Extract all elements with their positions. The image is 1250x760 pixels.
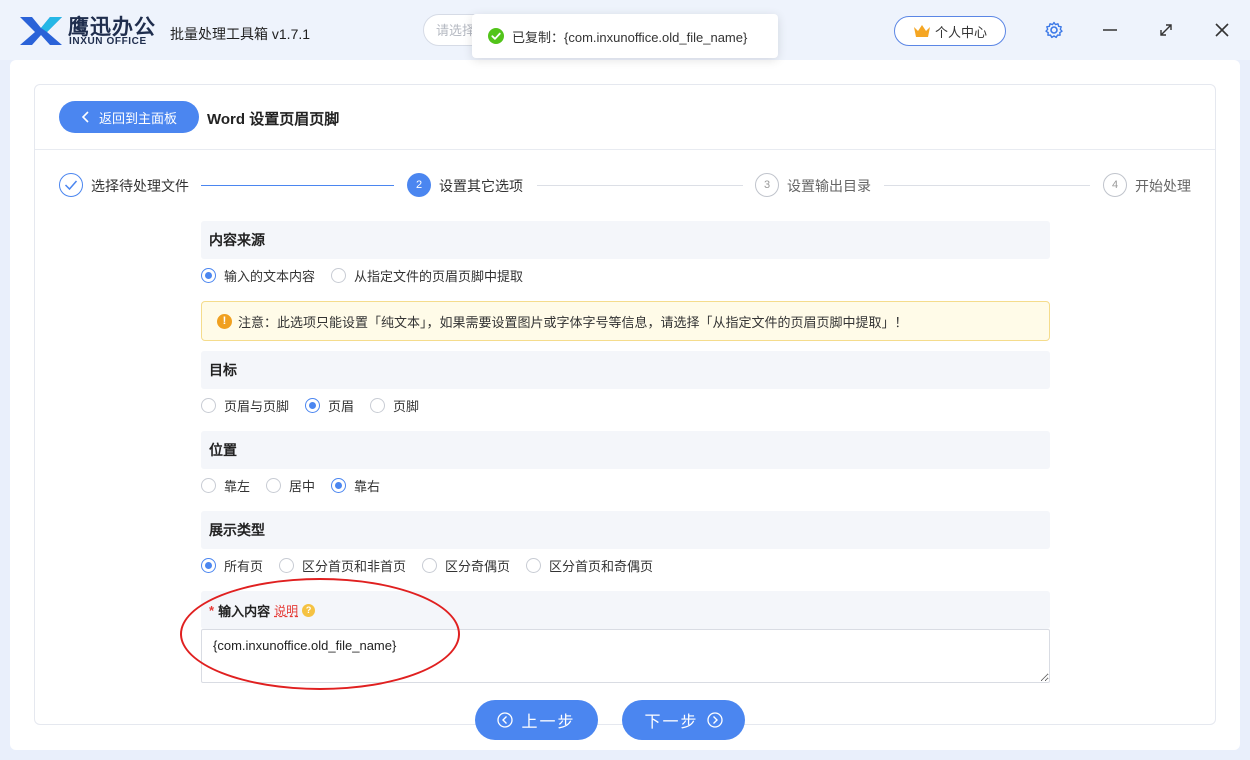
radio-align-left[interactable]: 靠左 [201,476,250,495]
radio-dot[interactable] [305,397,321,413]
step-connector [884,185,1090,186]
step-1-label: 选择待处理文件 [91,178,189,194]
radio-header-and-footer[interactable]: 页眉与页脚 [201,396,289,415]
app-title: 批量处理工具箱 v1.7.1 [170,26,311,42]
radio-dot[interactable] [331,477,347,493]
radio-label: 区分奇偶页 [445,558,511,574]
radio-label: 从指定文件的页眉页脚中提取 [354,268,524,284]
header-divider [35,149,1215,150]
radio-header[interactable]: 页眉 [305,396,354,415]
brand-subtitle: INXUN OFFICE [69,36,147,47]
step-2-number: 2 [407,173,431,197]
step-3-label: 设置输出目录 [787,178,871,194]
highlight-annotation-ellipse [180,578,460,690]
radio-dot[interactable] [201,267,216,283]
step-connector [537,185,743,186]
radio-dot[interactable] [266,477,282,493]
radio-dot[interactable] [370,397,386,413]
previous-step-button[interactable]: 上一步 [475,700,598,740]
section-content-source: 内容来源 [201,221,1050,259]
radio-dot[interactable] [201,477,216,493]
radio-label: 区分首页和奇偶页 [549,558,654,574]
radio-dot[interactable] [331,267,347,283]
radio-label: 所有页 [224,558,264,574]
copy-toast: 已复制：{com.inxunoffice.old_file_name} [472,14,778,58]
radio-align-center[interactable]: 居中 [266,476,315,495]
radio-label: 页眉与页脚 [224,398,290,414]
page-title: Word 设置页眉页脚 [207,111,340,128]
radio-label: 靠右 [354,478,381,494]
radio-dot[interactable] [526,557,542,573]
notice-text: 注意：此选项只能设置「纯文本」，如果需要设置图片或字体字号等信息，请选择「从指定… [238,314,908,330]
radio-label: 输入的文本内容 [224,268,316,284]
back-to-dashboard-button[interactable]: 返回到主面板 [59,101,199,133]
radio-text-input[interactable]: 输入的文本内容 [201,266,315,285]
close-icon[interactable] [1212,20,1232,40]
radio-dot[interactable] [279,557,295,573]
radio-align-right[interactable]: 靠右 [331,476,380,495]
settings-gear-icon[interactable] [1044,20,1064,40]
position-options: 靠左 居中 靠右 [201,475,396,495]
radio-label: 页眉 [328,398,355,414]
target-options: 页眉与页脚 页眉 页脚 [201,395,435,415]
radio-label: 居中 [289,478,316,494]
radio-odd-even[interactable]: 区分奇偶页 [422,556,510,575]
step-4-number: 4 [1103,173,1127,197]
radio-label: 区分首页和非首页 [302,558,407,574]
chevron-left-icon [81,111,89,123]
radio-all-pages[interactable]: 所有页 [201,556,263,575]
success-check-icon [488,28,504,44]
arrow-left-circle-icon [497,712,514,728]
content-source-options: 输入的文本内容 从指定文件的页眉页脚中提取 [201,265,539,285]
back-button-label: 返回到主面板 [98,110,177,126]
section-position: 位置 [201,431,1050,469]
radio-first-and-odd-even[interactable]: 区分首页和奇偶页 [526,556,653,575]
crown-icon [913,25,930,37]
step-2-label: 设置其它选项 [439,178,523,194]
arrow-right-circle-icon [706,712,723,728]
step-connector [201,185,394,186]
user-center-button[interactable]: 个人中心 [894,16,1006,46]
radio-label: 靠左 [224,478,251,494]
warning-icon: ! [217,313,232,329]
previous-step-label: 上一步 [521,714,576,731]
section-display-type: 展示类型 [201,511,1050,549]
next-step-button[interactable]: 下一步 [622,700,745,740]
toast-message: 已复制：{com.inxunoffice.old_file_name} [512,29,748,45]
radio-dot[interactable] [422,557,438,573]
radio-label: 页脚 [393,398,420,414]
section-target: 目标 [201,351,1050,389]
minimize-icon[interactable] [1100,20,1120,40]
user-center-label: 个人中心 [934,24,987,40]
app-logo-icon [20,17,62,45]
notice-banner: ! 注意：此选项只能设置「纯文本」，如果需要设置图片或字体字号等信息，请选择「从… [201,301,1050,341]
step-1-check-icon [59,173,83,197]
radio-dot[interactable] [201,397,216,413]
next-step-label: 下一步 [644,714,699,731]
step-4-label: 开始处理 [1135,178,1191,194]
step-3-number: 3 [755,173,779,197]
display-type-options: 所有页 区分首页和非首页 区分奇偶页 区分首页和奇偶页 [201,555,669,575]
radio-footer[interactable]: 页脚 [370,396,419,415]
radio-dot[interactable] [201,557,216,573]
radio-first-and-other[interactable]: 区分首页和非首页 [279,556,406,575]
radio-extract-from-file[interactable]: 从指定文件的页眉页脚中提取 [331,266,523,285]
maximize-icon[interactable] [1156,20,1176,40]
